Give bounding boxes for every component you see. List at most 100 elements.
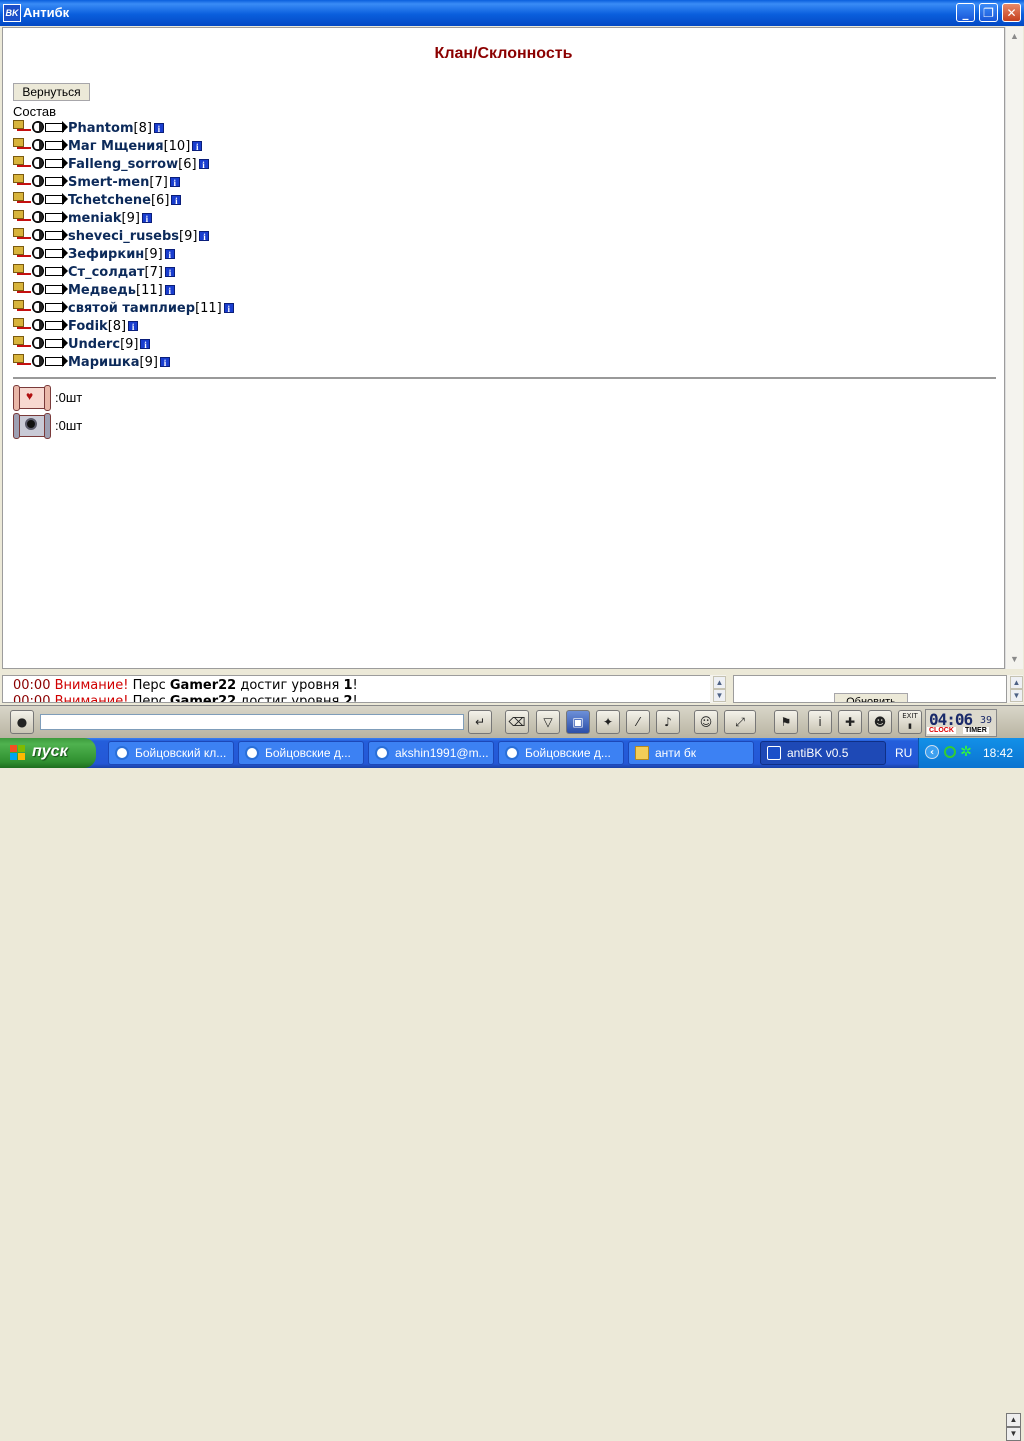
member-name[interactable]: святой тамплиер [68, 301, 195, 316]
toolbar-scroll[interactable]: ▲ ▼ [1004, 1413, 1022, 1441]
side-scroll-up-icon[interactable]: ▲ [1010, 676, 1023, 689]
save-icon[interactable]: ▣ [566, 710, 590, 734]
refresh-button[interactable]: Обновить [834, 693, 908, 702]
private-message-icon[interactable] [45, 265, 68, 277]
info-icon[interactable]: i [198, 159, 209, 170]
info-icon[interactable]: i [171, 195, 182, 206]
clan-emblem-icon[interactable] [13, 120, 32, 133]
member-name[interactable]: Маг Мщения [68, 139, 164, 154]
chat-input[interactable] [40, 714, 464, 730]
alignment-icon[interactable] [32, 337, 44, 349]
chat-scroll-down-icon[interactable]: ▼ [713, 689, 726, 702]
info-icon[interactable]: i [169, 177, 180, 188]
member-name[interactable]: Зефиркин [68, 247, 144, 262]
exit-icon[interactable]: EXIT ▮ [898, 710, 922, 734]
member-name[interactable]: Phantom [68, 121, 134, 136]
chat-scrollbar[interactable]: ▲ ▼ [710, 675, 726, 703]
language-indicator[interactable]: RU [895, 746, 912, 760]
alignment-icon[interactable] [32, 229, 44, 241]
member-name[interactable]: meniak [68, 211, 122, 226]
member-name[interactable]: Медведь [68, 283, 136, 298]
eraser-icon[interactable]: ⌫ [505, 710, 529, 734]
member-name[interactable]: Fodik [68, 319, 108, 334]
clan-emblem-icon[interactable] [13, 264, 32, 277]
restore-button[interactable]: ❐ [979, 3, 998, 22]
info-icon[interactable]: i [164, 285, 175, 296]
member-name[interactable]: Маришка [68, 355, 140, 370]
timer-tab[interactable]: TIMER [963, 727, 989, 734]
info-icon[interactable]: i [153, 123, 164, 134]
private-message-icon[interactable] [45, 337, 68, 349]
clan-emblem-icon[interactable] [13, 192, 32, 205]
heart-scroll-icon[interactable]: ♥ [13, 385, 51, 411]
private-message-icon[interactable] [45, 121, 68, 133]
info-icon[interactable]: i [192, 141, 203, 152]
clan-emblem-icon[interactable] [13, 138, 32, 151]
filter-icon[interactable]: ▽ [536, 710, 560, 734]
alignment-icon[interactable] [32, 139, 44, 151]
users-icon[interactable]: ☻ [868, 710, 892, 734]
private-message-icon[interactable] [45, 193, 68, 205]
member-name[interactable]: Smert-men [68, 175, 149, 190]
taskbar-button[interactable]: Бойцовский кл... [108, 741, 234, 765]
member-name[interactable]: Ст_солдат [68, 265, 145, 280]
clan-emblem-icon[interactable] [13, 336, 32, 349]
flag-icon[interactable]: ⚑ [774, 710, 798, 734]
alignment-icon[interactable] [32, 355, 44, 367]
clock-widget[interactable]: 04:06 39 CLOCK TIMER [925, 709, 997, 737]
messenger-icon[interactable]: ✲ [959, 745, 973, 759]
info-icon[interactable]: i [199, 231, 210, 242]
side-scrollbar[interactable]: ▲ ▼ [1007, 675, 1023, 703]
private-message-icon[interactable] [45, 355, 68, 367]
taskbar-button[interactable]: Бойцовские д... [238, 741, 364, 765]
member-name[interactable]: Underc [68, 337, 120, 352]
private-message-icon[interactable] [45, 211, 68, 223]
scroll-lock-icon[interactable]: ⤢ [724, 710, 756, 734]
eye-scroll-icon[interactable] [13, 413, 51, 439]
smile-icon[interactable]: ☺ [694, 710, 718, 734]
side-scroll-down-icon[interactable]: ▼ [1010, 689, 1023, 702]
alignment-icon[interactable] [32, 301, 44, 313]
taskbar-button[interactable]: анти бк [628, 741, 754, 765]
private-message-icon[interactable] [45, 247, 68, 259]
alignment-icon[interactable] [32, 265, 44, 277]
private-message-icon[interactable] [45, 139, 68, 151]
send-icon[interactable]: ↵ [468, 710, 492, 734]
clan-emblem-icon[interactable] [13, 300, 32, 313]
clan-emblem-icon[interactable] [13, 174, 32, 187]
alignment-icon[interactable] [32, 211, 44, 223]
info-icon[interactable]: i [164, 267, 175, 278]
back-button[interactable]: Вернуться [13, 83, 90, 101]
alignment-icon[interactable] [32, 121, 44, 133]
taskbar-button[interactable]: antiBK v0.5 [760, 741, 886, 765]
member-name[interactable]: Tchetchene [68, 193, 151, 208]
sound-icon[interactable]: ♪ [656, 710, 680, 734]
private-message-icon[interactable] [45, 301, 68, 313]
clan-emblem-icon[interactable] [13, 210, 32, 223]
toolbar-scroll-up-icon[interactable]: ▲ [1006, 1413, 1021, 1427]
content-scrollbar[interactable]: ▲ ▼ [1005, 27, 1023, 669]
walk-icon[interactable]: ✦ [596, 710, 620, 734]
member-name[interactable]: Falleng_sorrow [68, 157, 178, 172]
private-message-icon[interactable] [45, 175, 68, 187]
alignment-icon[interactable] [32, 193, 44, 205]
start-button[interactable]: пуск [0, 738, 96, 768]
private-message-icon[interactable] [45, 157, 68, 169]
info-icon[interactable]: i [159, 357, 170, 368]
alignment-icon[interactable] [32, 319, 44, 331]
network-icon[interactable] [944, 746, 956, 758]
alignment-icon[interactable] [32, 283, 44, 295]
minimize-button[interactable]: _ [956, 3, 975, 22]
private-message-icon[interactable] [45, 229, 68, 241]
chat-scroll-up-icon[interactable]: ▲ [713, 676, 726, 689]
close-button[interactable]: ✕ [1002, 3, 1021, 22]
info-icon[interactable]: i [141, 213, 152, 224]
clan-emblem-icon[interactable] [13, 246, 32, 259]
clan-emblem-icon[interactable] [13, 228, 32, 241]
chat-log[interactable]: 00:00 Внимание! Перс Gamer22 достиг уров… [2, 675, 726, 703]
tray-expand-icon[interactable]: ‹ [925, 745, 939, 759]
taskbar-button[interactable]: akshin1991@m... [368, 741, 494, 765]
member-name[interactable]: sheveci_rusebs [68, 229, 179, 244]
private-message-icon[interactable] [45, 283, 68, 295]
scroll-up-icon[interactable]: ▲ [1009, 31, 1020, 42]
